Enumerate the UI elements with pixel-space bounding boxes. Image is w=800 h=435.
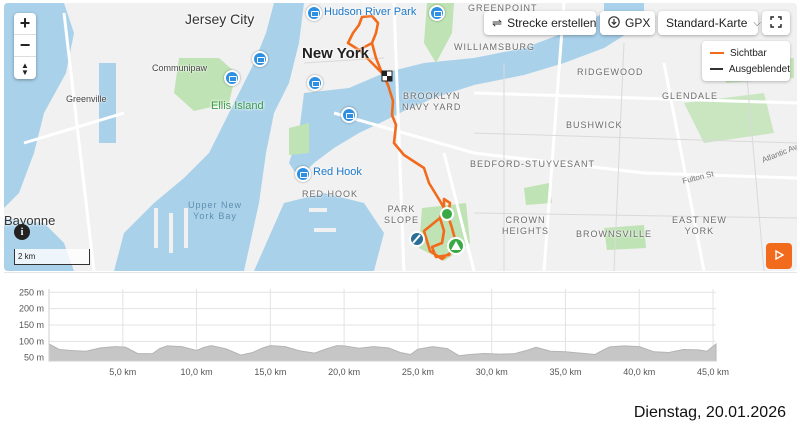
label-ridgewood: RIDGEWOOD bbox=[577, 67, 644, 77]
y-tick-label: 100 m bbox=[19, 336, 44, 346]
label-jersey-city: Jersey City bbox=[185, 11, 255, 27]
x-tick-label: 10,0 km bbox=[181, 367, 213, 377]
elevation-area bbox=[48, 342, 717, 362]
y-tick-label: 200 m bbox=[19, 304, 44, 314]
x-tick-label: 5,0 km bbox=[109, 367, 136, 377]
create-route-button[interactable]: ⇌ Strecke erstellen bbox=[484, 11, 596, 35]
x-tick-label: 45,0 km bbox=[697, 367, 729, 377]
play-button[interactable] bbox=[766, 243, 792, 269]
zoom-out-button[interactable]: − bbox=[14, 35, 36, 57]
x-tick-label: 15,0 km bbox=[254, 367, 286, 377]
create-route-label: Strecke erstellen bbox=[507, 16, 597, 30]
legend-item-visible[interactable]: Sichtbar bbox=[710, 45, 790, 61]
label-park-slope: PARK SLOPE bbox=[384, 204, 420, 225]
poi-pin-icon[interactable] bbox=[295, 166, 311, 184]
scale-bar: 2 km bbox=[14, 249, 90, 265]
label-brooklyn-navy-yard: BROOKLYN NAVY YARD bbox=[402, 91, 462, 112]
poi-pin-icon[interactable] bbox=[307, 75, 323, 93]
label-new-york: New York bbox=[302, 45, 369, 62]
fullscreen-button[interactable] bbox=[762, 11, 790, 35]
poi-pin-icon[interactable] bbox=[341, 107, 357, 125]
gpx-download-button[interactable]: GPX bbox=[600, 11, 655, 35]
poi-pin-icon[interactable] bbox=[252, 51, 268, 69]
label-glendale: GLENDALE bbox=[662, 91, 719, 101]
route-planner: Jersey City New York Bayonne Hudson Rive… bbox=[0, 0, 800, 435]
compass-button[interactable]: ▲▼ bbox=[14, 57, 36, 79]
label-bed-stuy: BEDFORD-STUYVESANT bbox=[470, 159, 596, 169]
chevron-down-icon: ⌵ bbox=[753, 17, 761, 29]
gpx-label: GPX bbox=[625, 16, 651, 30]
poi-pin-icon[interactable] bbox=[224, 70, 240, 88]
legend-item-hidden[interactable]: Ausgeblendet bbox=[710, 61, 790, 77]
label-red-hook-poi: Red Hook bbox=[313, 166, 362, 178]
label-crown-heights: CROWN HEIGHTS bbox=[502, 215, 550, 236]
poi-pin-icon[interactable] bbox=[306, 5, 322, 23]
zoom-control: + − ▲▼ bbox=[14, 13, 36, 79]
label-bushwick: BUSHWICK bbox=[566, 120, 623, 130]
label-east-new-york: EAST NEW YORK bbox=[672, 215, 727, 236]
play-icon bbox=[774, 249, 785, 263]
x-tick-label: 30,0 km bbox=[476, 367, 508, 377]
legend-swatch-hidden bbox=[710, 68, 723, 70]
y-tick-label: 250 m bbox=[19, 287, 44, 297]
label-ellis-island: Ellis Island bbox=[211, 100, 264, 112]
x-tick-label: 40,0 km bbox=[623, 367, 655, 377]
elevation-profile[interactable]: 250 m 200 m 150 m 100 m 50 m 5,0 km 10,0 km 15,… bbox=[4, 272, 797, 404]
legend-visible-label: Sichtbar bbox=[730, 47, 767, 59]
map-type-select[interactable]: Standard-Karte ⌵ bbox=[658, 11, 761, 35]
label-red-hook: RED HOOK bbox=[302, 189, 359, 199]
scale-label: 2 km bbox=[18, 252, 36, 261]
y-tick-label: 50 m bbox=[24, 353, 44, 363]
label-greenville: Greenville bbox=[66, 94, 107, 104]
label-hudson-river-park: Hudson River Park bbox=[324, 6, 417, 18]
y-tick-label: 150 m bbox=[19, 320, 44, 330]
compass-icon: ▲▼ bbox=[20, 61, 30, 75]
legend-hidden-label: Ausgeblendet bbox=[728, 63, 790, 75]
x-tick-label: 25,0 km bbox=[402, 367, 434, 377]
download-icon bbox=[608, 15, 620, 31]
label-communipaw: Communipaw bbox=[152, 63, 208, 73]
date-caption: Dienstag, 20.01.2026 bbox=[633, 404, 786, 421]
label-upper-ny-bay: Upper New York Bay bbox=[188, 200, 243, 221]
poi-pin-icon[interactable] bbox=[429, 5, 445, 23]
x-tick-label: 20,0 km bbox=[328, 367, 360, 377]
x-tick-label: 35,0 km bbox=[549, 367, 581, 377]
elevation-chart: 250 m 200 m 150 m 100 m 50 m 5,0 km 10,0 km 15,… bbox=[19, 287, 729, 377]
legend-swatch-visible bbox=[710, 52, 724, 54]
info-icon[interactable]: i bbox=[14, 224, 30, 240]
label-brownsville: BROWNSVILLE bbox=[576, 229, 653, 239]
label-bayonne: Bayonne bbox=[4, 213, 56, 228]
route-legend: Sichtbar Ausgeblendet bbox=[702, 41, 790, 81]
map-view[interactable]: Jersey City New York Bayonne Hudson Rive… bbox=[4, 3, 797, 271]
label-williamsburg: WILLIAMSBURG bbox=[454, 42, 536, 52]
route-icon: ⇌ bbox=[492, 16, 503, 30]
fullscreen-icon bbox=[770, 15, 782, 31]
zoom-in-button[interactable]: + bbox=[14, 13, 36, 35]
map-type-label: Standard-Karte bbox=[666, 16, 748, 30]
